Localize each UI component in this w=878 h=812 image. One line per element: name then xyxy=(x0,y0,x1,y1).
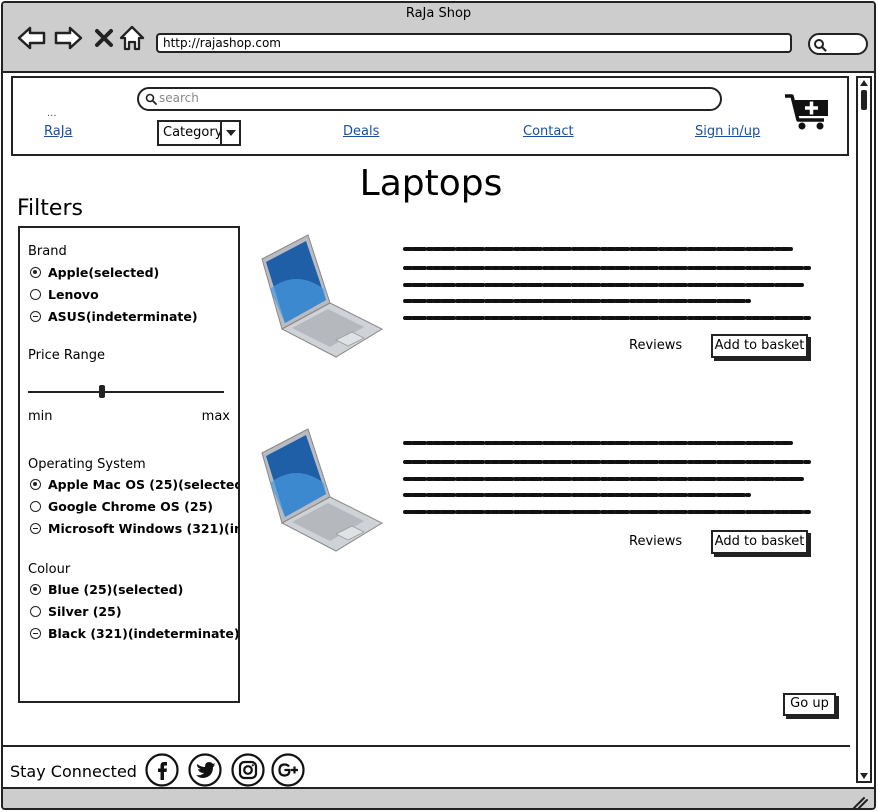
option-label: Blue (25)(selected) xyxy=(48,582,184,597)
browser-statusbar xyxy=(3,787,874,809)
option-label: Apple(selected) xyxy=(48,265,160,280)
twitter-icon[interactable] xyxy=(188,753,222,787)
forward-arrow-icon[interactable] xyxy=(53,23,83,53)
back-arrow-icon[interactable] xyxy=(17,23,47,53)
brand-option-apple[interactable]: Apple(selected) xyxy=(30,265,159,280)
radio-selected-icon[interactable] xyxy=(30,267,41,278)
radio-icon[interactable] xyxy=(30,289,41,300)
option-label: Apple Mac OS (25)(selected) xyxy=(48,477,240,492)
os-option-windows[interactable]: Microsoft Windows (321)(indeterminate) xyxy=(30,521,238,536)
radio-icon[interactable] xyxy=(30,606,41,617)
option-label: Black (321)(indeterminate) xyxy=(48,626,240,641)
url-bar[interactable]: http://rajashop.com xyxy=(156,33,792,53)
browser-window: RaJa Shop http://rajashop.com search ...… xyxy=(1,1,876,810)
category-dropdown[interactable]: Category xyxy=(157,120,241,146)
os-option-chrome[interactable]: Google Chrome OS (25) xyxy=(30,499,213,514)
nav-link-deals[interactable]: Deals xyxy=(343,124,379,139)
stop-icon[interactable] xyxy=(91,23,121,53)
brand-option-asus[interactable]: ASUS(indeterminate) xyxy=(30,309,198,324)
colour-option-blue[interactable]: Blue (25)(selected) xyxy=(30,582,183,597)
os-filter-heading: Operating System xyxy=(28,457,146,472)
add-to-basket-button[interactable]: Add to basket xyxy=(711,334,808,358)
footer-divider xyxy=(3,745,850,747)
price-slider-track[interactable] xyxy=(28,391,224,393)
search-placeholder: search xyxy=(159,91,199,105)
option-label: Lenovo xyxy=(48,287,99,302)
category-label: Category xyxy=(163,125,223,140)
option-label: Microsoft Windows (321)(indeterminate) xyxy=(48,521,238,536)
colour-option-black[interactable]: Black (321)(indeterminate) xyxy=(30,626,240,641)
brand-option-lenovo[interactable]: Lenovo xyxy=(30,287,99,302)
price-min-label: min xyxy=(28,409,53,424)
nav-link-sign-in[interactable]: Sign in/up xyxy=(695,124,760,139)
colour-filter-heading: Colour xyxy=(28,562,71,577)
brand-filter-heading: Brand xyxy=(28,244,67,259)
search-icon xyxy=(145,93,157,105)
product-description-scribble xyxy=(403,241,813,329)
add-to-basket-button[interactable]: Add to basket xyxy=(711,530,808,554)
product-image-laptop[interactable] xyxy=(256,423,386,553)
chevron-down-icon[interactable] xyxy=(220,122,239,144)
radio-icon[interactable] xyxy=(30,501,41,512)
reviews-link[interactable]: Reviews xyxy=(629,534,682,549)
radio-selected-icon[interactable] xyxy=(30,584,41,595)
google-plus-icon[interactable] xyxy=(271,753,305,787)
radio-selected-icon[interactable] xyxy=(30,479,41,490)
product-description-scribble xyxy=(403,435,813,523)
colour-option-silver[interactable]: Silver (25) xyxy=(30,604,122,619)
option-label: ASUS(indeterminate) xyxy=(48,309,198,324)
radio-indeterminate-icon[interactable] xyxy=(30,523,41,534)
home-link-raja[interactable]: RaJa xyxy=(44,124,73,139)
radio-indeterminate-icon[interactable] xyxy=(30,628,41,639)
go-up-button[interactable]: Go up xyxy=(783,693,836,716)
scrollbar-thumb[interactable] xyxy=(861,90,867,110)
os-option-mac[interactable]: Apple Mac OS (25)(selected) xyxy=(30,477,240,492)
filters-title: Filters xyxy=(17,196,83,221)
browser-titlebar: RaJa Shop http://rajashop.com xyxy=(3,3,874,73)
logo-placeholder: ... xyxy=(47,108,57,119)
price-filter-heading: Price Range xyxy=(28,348,106,363)
scroll-up-icon[interactable] xyxy=(858,78,870,88)
option-label: Silver (25) xyxy=(48,604,122,619)
window-title: RaJa Shop xyxy=(405,6,472,21)
stay-connected-label: Stay Connected xyxy=(10,762,137,781)
price-max-label: max xyxy=(201,409,230,424)
facebook-icon[interactable] xyxy=(145,753,179,787)
scroll-down-icon[interactable] xyxy=(858,771,870,781)
page-title: Laptops xyxy=(359,163,503,204)
resize-grip-icon[interactable] xyxy=(850,795,868,809)
home-icon[interactable] xyxy=(118,23,148,53)
search-icon xyxy=(814,39,827,52)
browser-search-field[interactable] xyxy=(808,33,868,55)
product-image-laptop[interactable] xyxy=(256,229,386,359)
reviews-link[interactable]: Reviews xyxy=(629,338,682,353)
nav-link-contact[interactable]: Contact xyxy=(523,124,574,139)
site-header: search ... RaJa Category Deals Contact S… xyxy=(11,76,849,156)
site-search-input[interactable]: search xyxy=(137,87,722,111)
option-label: Google Chrome OS (25) xyxy=(48,499,213,514)
filter-panel: Brand Apple(selected) Lenovo ASUS(indete… xyxy=(18,226,240,703)
instagram-icon[interactable] xyxy=(231,753,265,787)
vertical-scrollbar[interactable] xyxy=(856,76,872,783)
radio-indeterminate-icon[interactable] xyxy=(30,311,41,322)
add-to-cart-icon[interactable] xyxy=(784,92,832,136)
price-slider-handle[interactable] xyxy=(99,385,106,398)
